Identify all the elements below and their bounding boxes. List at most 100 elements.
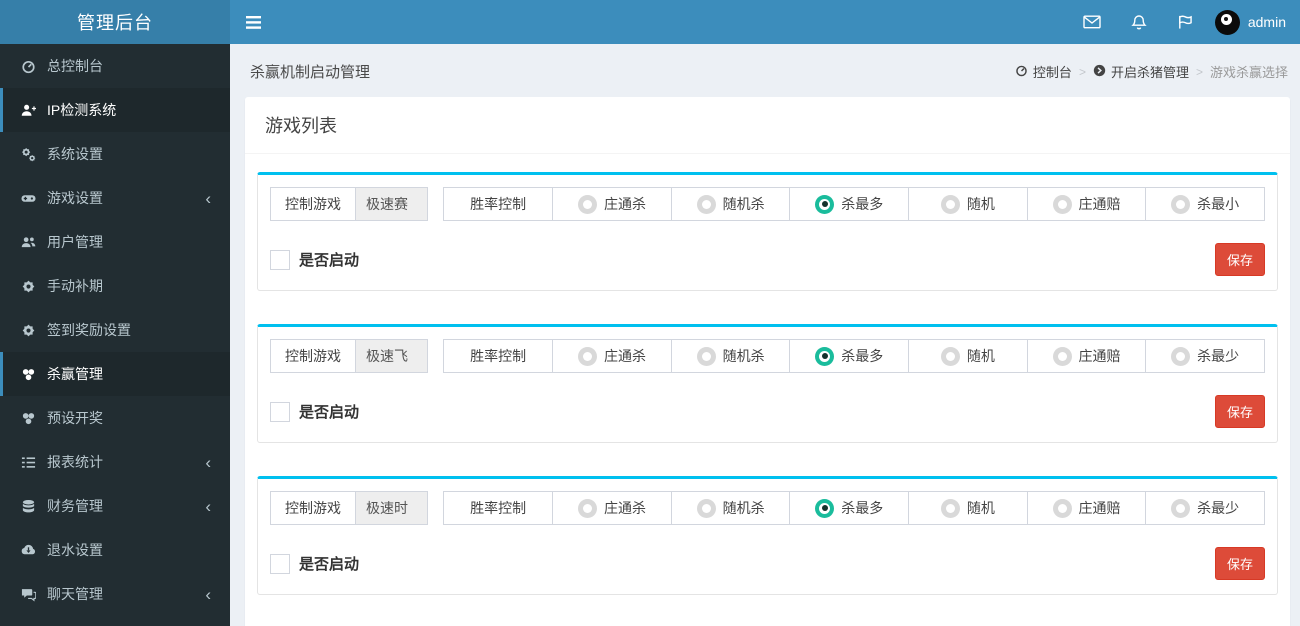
control-game-label: 控制游戏: [271, 492, 355, 524]
sidebar-item-cubes-7[interactable]: 杀赢管理: [0, 352, 230, 396]
enable-checkbox[interactable]: [270, 249, 290, 270]
game-select-group: 控制游戏 极速赛: [270, 187, 428, 221]
game-list-card: 游戏列表 控制游戏 极速赛 胜率控制 庄通杀 随机杀 杀最多 随机 庄通赔 杀最…: [245, 97, 1290, 626]
game-block: 控制游戏 极速赛 胜率控制 庄通杀 随机杀 杀最多 随机 庄通赔 杀最小 是否启…: [257, 172, 1278, 291]
control-game-label: 控制游戏: [271, 340, 355, 372]
game-block: 控制游戏 极速飞 胜率控制 庄通杀 随机杀 杀最多 随机 庄通赔 杀最少 是否启…: [257, 324, 1278, 443]
radio-icon[interactable]: [940, 346, 960, 366]
sidebar-item-gamepad-3[interactable]: 游戏设置 ‹: [0, 176, 230, 220]
sidebar: 总控制台 IP检测系统 系统设置 游戏设置 ‹ 用户管理 手动补期 签到奖励设置…: [0, 44, 230, 626]
control-row: 控制游戏 极速时 胜率控制 庄通杀 随机杀 杀最多 随机 庄通赔 杀最少: [270, 491, 1265, 525]
save-button[interactable]: 保存: [1214, 243, 1265, 276]
game-blocks-container: 控制游戏 极速赛 胜率控制 庄通杀 随机杀 杀最多 随机 庄通赔 杀最小 是否启…: [245, 154, 1290, 626]
gears-icon: [18, 147, 38, 162]
sidebar-item-cubes-8[interactable]: 预设开奖: [0, 396, 230, 440]
sidebar-item-list-9[interactable]: 报表统计 ‹: [0, 440, 230, 484]
game-name-value[interactable]: 极速飞: [355, 340, 427, 372]
radio-option[interactable]: 庄通杀: [552, 340, 671, 372]
save-button[interactable]: 保存: [1214, 547, 1265, 580]
radio-icon[interactable]: [815, 194, 835, 214]
control-game-label: 控制游戏: [271, 188, 355, 220]
radio-icon[interactable]: [940, 498, 960, 518]
radio-icon[interactable]: [1171, 498, 1191, 518]
user-menu[interactable]: admin: [1207, 0, 1300, 44]
radio-icon[interactable]: [696, 346, 716, 366]
notifications-bell-icon[interactable]: [1116, 0, 1162, 44]
sidebar-toggle-icon[interactable]: [230, 0, 276, 44]
cubes-icon: [18, 411, 38, 426]
winrate-label: 胜率控制: [470, 196, 527, 212]
radio-icon[interactable]: [578, 498, 598, 518]
enable-row: 是否启动 保存: [270, 547, 1265, 580]
speedometer-icon: [18, 59, 38, 74]
chevron-left-icon: ‹: [205, 496, 211, 516]
radio-icon[interactable]: [1171, 346, 1191, 366]
enable-row: 是否启动 保存: [270, 243, 1265, 276]
enable-row: 是否启动 保存: [270, 395, 1265, 428]
winrate-option-group: 胜率控制 庄通杀 随机杀 杀最多 随机: [443, 339, 1265, 373]
radio-option[interactable]: 杀最多: [789, 188, 908, 220]
content-header: 杀赢机制启动管理 控制台 > 开启杀猪管理 > 游戏杀赢选择: [230, 44, 1300, 97]
tasks-flag-icon[interactable]: [1162, 0, 1207, 44]
radio-icon[interactable]: [578, 194, 598, 214]
card-title: 游戏列表: [265, 116, 337, 136]
radio-option[interactable]: 庄通杀: [552, 492, 671, 524]
radio-option[interactable]: 杀最多: [789, 492, 908, 524]
radio-icon[interactable]: [940, 194, 960, 214]
breadcrumb-current: 游戏杀赢选择: [1209, 65, 1288, 80]
radio-option[interactable]: 杀最少: [1145, 340, 1264, 372]
radio-icon[interactable]: [1052, 346, 1072, 366]
page-title: 杀赢机制启动管理: [250, 64, 371, 81]
breadcrumb-home[interactable]: 控制台: [1015, 62, 1072, 81]
radio-icon[interactable]: [696, 498, 716, 518]
sidebar-item-gears-2[interactable]: 系统设置: [0, 132, 230, 176]
radio-option[interactable]: 随机: [908, 340, 1027, 372]
sidebar-item-users-4[interactable]: 用户管理: [0, 220, 230, 264]
breadcrumb-kill-manage[interactable]: 开启杀猪管理: [1093, 62, 1189, 81]
radio-option[interactable]: 随机杀: [670, 340, 790, 372]
radio-option[interactable]: 随机杀: [670, 492, 790, 524]
radio-icon[interactable]: [578, 346, 598, 366]
radio-icon[interactable]: [815, 498, 835, 518]
sidebar-item-user-plus-1[interactable]: IP检测系统: [0, 88, 230, 132]
sidebar-item-speedometer-0[interactable]: 总控制台: [0, 44, 230, 88]
user-plus-icon: [18, 103, 38, 118]
radio-option[interactable]: 杀最少: [1145, 492, 1264, 524]
radio-option[interactable]: 庄通杀: [552, 188, 671, 220]
radio-option[interactable]: 杀最多: [789, 340, 908, 372]
radio-option[interactable]: 随机杀: [670, 188, 790, 220]
radio-option[interactable]: 随机: [908, 188, 1027, 220]
app-logo[interactable]: 管理后台: [0, 0, 230, 44]
main-content: 杀赢机制启动管理 控制台 > 开启杀猪管理 > 游戏杀赢选择 游戏列表 控制游戏…: [230, 0, 1300, 626]
radio-icon[interactable]: [1052, 498, 1072, 518]
user-avatar: [1214, 9, 1240, 35]
sidebar-item-gear-5[interactable]: 手动补期: [0, 264, 230, 308]
enable-checkbox[interactable]: [270, 553, 290, 574]
messages-envelope-icon[interactable]: [1068, 0, 1116, 44]
sidebar-item-cloud-down-11[interactable]: 退水设置: [0, 528, 230, 572]
radio-option[interactable]: 杀最小: [1145, 188, 1264, 220]
radio-icon[interactable]: [696, 194, 716, 214]
navbar-right: admin: [1068, 0, 1300, 44]
enable-checkbox[interactable]: [270, 401, 290, 422]
save-button[interactable]: 保存: [1214, 395, 1265, 428]
radio-icon[interactable]: [1171, 194, 1191, 214]
game-name-value[interactable]: 极速时: [355, 492, 427, 524]
radio-option[interactable]: 庄通赔: [1026, 492, 1146, 524]
list-icon: [18, 455, 38, 470]
breadcrumb-separator: >: [1195, 64, 1203, 79]
radio-option[interactable]: 随机: [908, 492, 1027, 524]
winrate-option-group: 胜率控制 庄通杀 随机杀 杀最多 随机: [443, 491, 1265, 525]
enable-label: 是否启动: [299, 404, 360, 421]
sidebar-item-comments-12[interactable]: 聊天管理 ‹: [0, 572, 230, 616]
sidebar-item-database-10[interactable]: 财务管理 ‹: [0, 484, 230, 528]
game-name-value[interactable]: 极速赛: [355, 188, 427, 220]
circle-arrow-icon: [1093, 64, 1106, 80]
radio-option[interactable]: 庄通赔: [1026, 188, 1146, 220]
winrate-option-group: 胜率控制 庄通杀 随机杀 杀最多 随机: [443, 187, 1265, 221]
radio-icon[interactable]: [815, 346, 835, 366]
radio-icon[interactable]: [1052, 194, 1072, 214]
radio-option[interactable]: 庄通赔: [1026, 340, 1146, 372]
sidebar-item-gear-6[interactable]: 签到奖励设置: [0, 308, 230, 352]
chevron-left-icon: ‹: [205, 584, 211, 604]
